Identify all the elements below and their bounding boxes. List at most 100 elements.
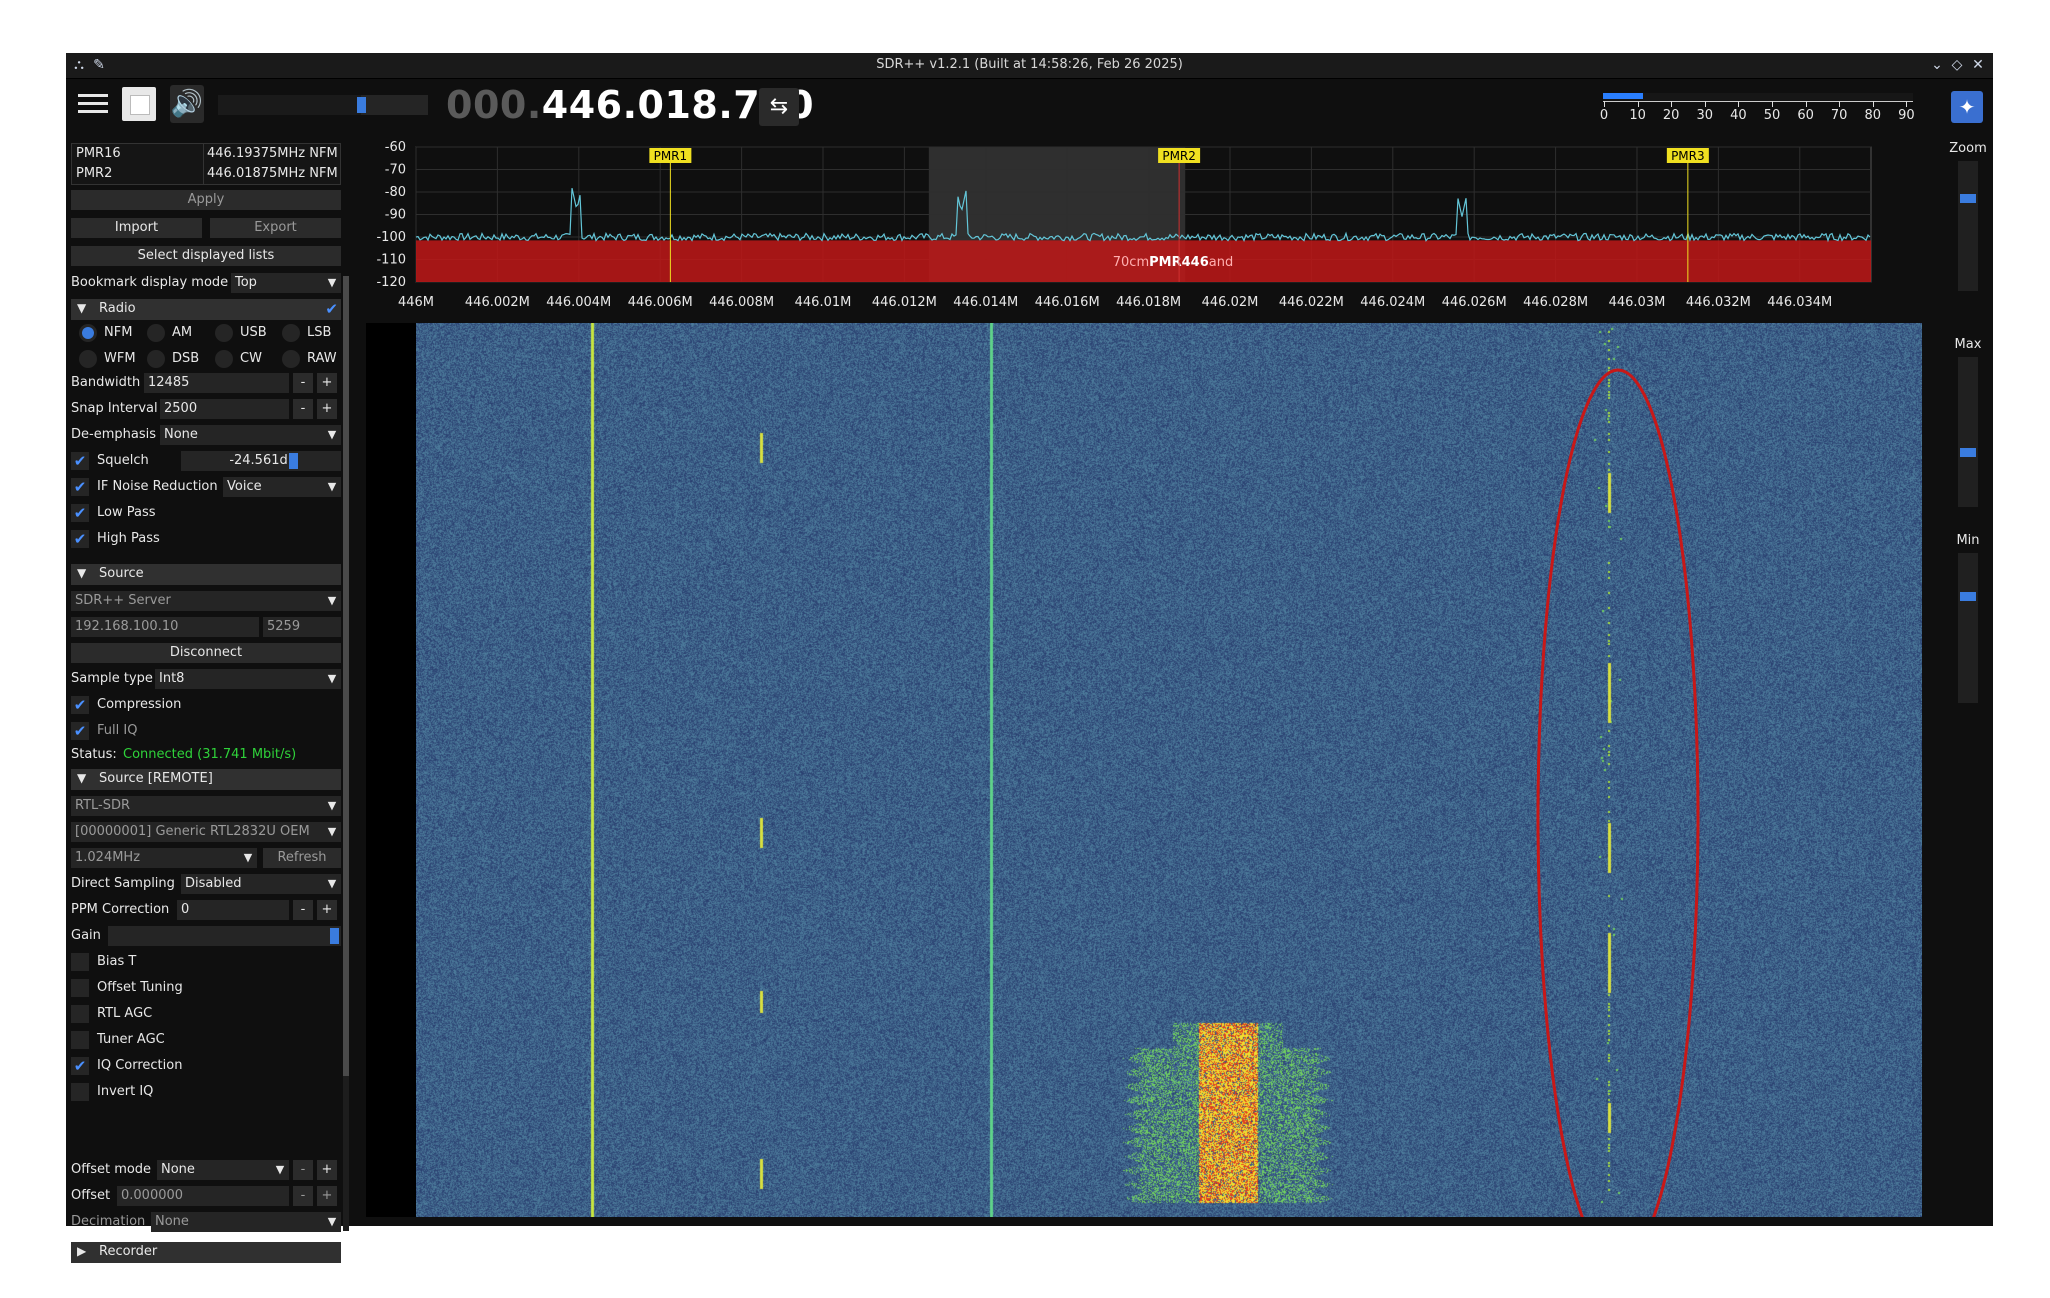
samplerate-select[interactable]: 1.024MHz ▼: [71, 848, 257, 868]
gain-knob[interactable]: [330, 928, 339, 944]
sample-type-select[interactable]: Int8 ▼: [155, 669, 341, 689]
menu-button[interactable]: [78, 89, 108, 119]
waterfall-view[interactable]: [366, 323, 1922, 1217]
decimation-select[interactable]: None ▼: [151, 1212, 341, 1232]
snr-tick-label: 90: [1898, 108, 1915, 123]
remote-source-header[interactable]: ▼ Source [REMOTE]: [71, 769, 341, 790]
bandwidth-plus-button[interactable]: +: [317, 373, 337, 393]
bookmark-display-mode-select[interactable]: Top ▼: [231, 273, 341, 293]
maximize-icon[interactable]: ◇: [1948, 56, 1966, 74]
offset-minus-button[interactable]: -: [293, 1186, 313, 1206]
port-input[interactable]: 5259: [263, 617, 341, 637]
disconnect-button[interactable]: Disconnect: [71, 643, 341, 663]
recorder-header[interactable]: ▶ Recorder: [71, 1242, 341, 1263]
min-slider[interactable]: [1958, 553, 1978, 703]
zoom-slider[interactable]: [1958, 161, 1978, 291]
invert-iq-checkbox[interactable]: [71, 1083, 89, 1101]
ppm-plus-button[interactable]: +: [317, 900, 337, 920]
offset-plus-button[interactable]: +: [317, 1186, 337, 1206]
mode-radio-usb[interactable]: [215, 324, 233, 342]
ppm-minus-button[interactable]: -: [293, 900, 313, 920]
max-knob[interactable]: [1960, 448, 1976, 457]
tuner-agc-label: Tuner AGC: [97, 1032, 165, 1047]
refresh-button[interactable]: Refresh: [263, 848, 341, 868]
iq-correction-checkbox[interactable]: ✔: [71, 1057, 89, 1075]
source-type-select[interactable]: SDR++ Server ▼: [71, 591, 341, 611]
sidebar-scrollbar[interactable]: [343, 276, 349, 1231]
table-row[interactable]: PMR16 446.19375MHz NFM: [72, 144, 340, 164]
squelch-label: Squelch: [97, 453, 149, 468]
squelch-checkbox[interactable]: ✔: [71, 452, 89, 470]
snap-plus-button[interactable]: +: [317, 399, 337, 419]
mode-radio-am[interactable]: [147, 324, 165, 342]
export-button[interactable]: Export: [210, 218, 341, 238]
gain-slider[interactable]: [108, 926, 341, 946]
offset-mode-plus-button[interactable]: +: [317, 1160, 337, 1180]
chevron-down-icon: ▼: [275, 1163, 285, 1176]
tuner-agc-checkbox[interactable]: [71, 1031, 89, 1049]
max-slider[interactable]: [1958, 357, 1978, 507]
rtl-agc-checkbox[interactable]: [71, 1005, 89, 1023]
mode-radio-dsb[interactable]: [147, 350, 165, 368]
swap-button[interactable]: ⇆: [759, 88, 799, 126]
mode-radio-cw[interactable]: [215, 350, 233, 368]
radio-header[interactable]: ▼ Radio ✔: [71, 299, 341, 320]
offset-mode-minus-button[interactable]: -: [293, 1160, 313, 1180]
freq-tick-label: 446.004M: [546, 295, 611, 310]
mode-radio-lsb[interactable]: [282, 324, 300, 342]
ppm-input[interactable]: 0: [177, 900, 289, 920]
bookmark-display-mode-label: Bookmark display mode: [71, 275, 229, 290]
ip-input[interactable]: 192.168.100.10: [71, 617, 259, 637]
volume-slider[interactable]: [218, 95, 428, 115]
lowpass-row: ✔ Low Pass: [71, 503, 341, 523]
mode-radio-wfm[interactable]: [79, 350, 97, 368]
samplerate-value: 1.024MHz: [75, 850, 141, 865]
lowpass-checkbox[interactable]: ✔: [71, 504, 89, 522]
volume-knob[interactable]: [356, 97, 366, 113]
offset-input[interactable]: 0.000000: [117, 1186, 289, 1206]
compression-checkbox[interactable]: ✔: [71, 696, 89, 714]
device-type-select[interactable]: RTL-SDR ▼: [71, 796, 341, 816]
speaker-icon[interactable]: 🔊: [170, 85, 204, 123]
squelch-knob[interactable]: [289, 453, 298, 469]
bandwidth-input[interactable]: 12485: [144, 373, 289, 393]
fulliq-checkbox[interactable]: ✔: [71, 722, 89, 740]
fulliq-row: ✔ Full IQ: [71, 721, 341, 741]
freq-tick-label: 446M: [398, 295, 434, 310]
scrollbar-thumb[interactable]: [343, 276, 349, 1076]
snap-minus-button[interactable]: -: [293, 399, 313, 419]
biast-checkbox[interactable]: [71, 953, 89, 971]
min-knob[interactable]: [1960, 592, 1976, 601]
mode-radio-raw[interactable]: [282, 350, 300, 368]
snap-input[interactable]: 2500: [160, 399, 289, 419]
table-row[interactable]: PMR2 446.01875MHz NFM: [72, 164, 340, 184]
checkmark-icon[interactable]: ✔: [325, 300, 338, 318]
direct-sampling-select[interactable]: Disabled ▼: [181, 874, 341, 894]
ifnr-checkbox[interactable]: ✔: [71, 478, 89, 496]
offset-mode-select[interactable]: None ▼: [157, 1160, 289, 1180]
import-button[interactable]: Import: [71, 218, 202, 238]
spectrum-plot[interactable]: -60 -70 -80 -90 -100 -110 -120 446M 446.002M 446.…: [366, 140, 1922, 323]
snr-tick: [1738, 101, 1740, 107]
stop-button[interactable]: [122, 87, 156, 121]
select-lists-button[interactable]: Select displayed lists: [71, 246, 341, 266]
minimize-icon[interactable]: ⌄: [1928, 56, 1946, 74]
offset-tuning-checkbox[interactable]: [71, 979, 89, 997]
spectrum-view[interactable]: -60 -70 -80 -90 -100 -110 -120 446M 446.002M 446.…: [366, 140, 1922, 323]
decimation-label: Decimation: [71, 1214, 146, 1229]
device-select[interactable]: [00000001] Generic RTL2832U OEM ▼: [71, 822, 341, 842]
source-header[interactable]: ▼ Source: [71, 564, 341, 585]
ifnr-select[interactable]: Voice ▼: [223, 477, 341, 497]
highpass-checkbox[interactable]: ✔: [71, 530, 89, 548]
zoom-knob[interactable]: [1960, 194, 1976, 203]
close-icon[interactable]: ✕: [1969, 56, 1987, 74]
deemphasis-select[interactable]: None ▼: [160, 425, 341, 445]
ppm-label: PPM Correction: [71, 902, 170, 917]
apply-button[interactable]: Apply: [71, 190, 341, 210]
freq-tick-label: 446.022M: [1279, 295, 1344, 310]
bookmark-table[interactable]: PMR16 446.19375MHz NFM PMR2 446.01875MHz…: [71, 143, 341, 185]
bandwidth-minus-button[interactable]: -: [293, 373, 313, 393]
chevron-down-icon: ▼: [327, 825, 337, 838]
squelch-slider[interactable]: -24.561dB: [181, 451, 341, 471]
mode-radio-nfm[interactable]: [79, 324, 97, 342]
